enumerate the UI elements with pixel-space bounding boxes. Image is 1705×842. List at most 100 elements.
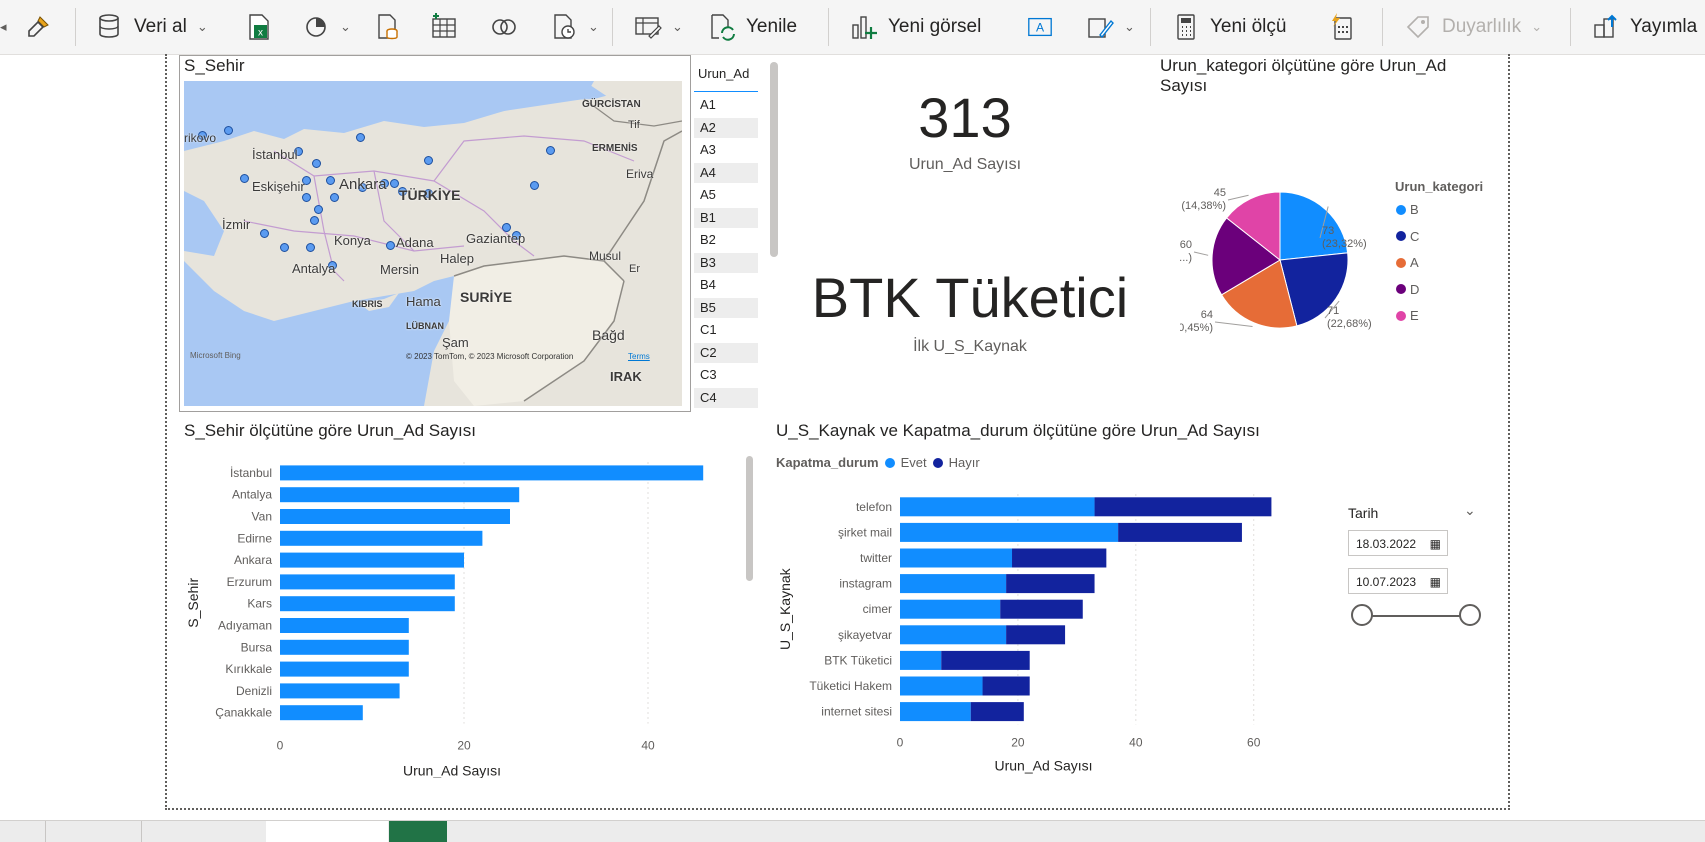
refresh-button[interactable]: Yenile bbox=[708, 6, 797, 48]
city-bar-chart[interactable]: 0 20 40 İstanbul Antalya Van Edirne Ankara Erzur… bbox=[184, 452, 744, 778]
calendar-icon[interactable]: ▦ bbox=[1430, 569, 1441, 595]
map-data-point[interactable] bbox=[260, 229, 269, 238]
bar[interactable] bbox=[280, 574, 455, 590]
bar[interactable] bbox=[280, 618, 409, 633]
date-range-start-handle[interactable] bbox=[1351, 604, 1373, 626]
map-data-point[interactable] bbox=[424, 156, 433, 165]
map-data-point[interactable] bbox=[326, 176, 335, 185]
transform-data-button[interactable]: ⌄ bbox=[634, 6, 683, 48]
date-range-end-handle[interactable] bbox=[1459, 604, 1481, 626]
format-painter-button[interactable] bbox=[24, 6, 52, 48]
bar-segment-hayır[interactable] bbox=[1000, 599, 1083, 619]
slicer-list-item[interactable]: A2 bbox=[694, 117, 758, 138]
bar-segment-evet[interactable] bbox=[900, 650, 942, 670]
enter-data-button[interactable] bbox=[430, 6, 458, 48]
map-data-point[interactable] bbox=[224, 126, 233, 135]
slicer-list-item[interactable]: B2 bbox=[694, 230, 758, 250]
bar-segment-hayır[interactable] bbox=[1006, 574, 1095, 594]
page-tab-active[interactable] bbox=[266, 821, 388, 842]
pie-legend-item[interactable]: E bbox=[1396, 308, 1419, 323]
map-data-point[interactable] bbox=[390, 179, 399, 188]
slicer-list-item[interactable]: B4 bbox=[694, 275, 758, 295]
source-stacked-bar-chart[interactable]: 0 20 40 60 telefon şirket mail twitter instagra… bbox=[776, 480, 1316, 778]
bar-segment-evet[interactable] bbox=[900, 676, 983, 696]
new-measure-button[interactable]: Yeni ölçü bbox=[1172, 6, 1286, 48]
bar[interactable] bbox=[280, 705, 363, 721]
pie-legend-item[interactable]: A bbox=[1396, 255, 1419, 270]
bar[interactable] bbox=[280, 552, 464, 568]
slicer-list-item[interactable]: C2 bbox=[694, 342, 758, 363]
map-canvas[interactable]: GÜRCİSTAN Tif ERMENİS Eriva rikovo İstanbul Es… bbox=[184, 81, 682, 406]
start-date-input[interactable]: 18.03.2022 ▦ bbox=[1348, 530, 1448, 556]
pie-legend-item[interactable]: C bbox=[1396, 229, 1419, 244]
pie-legend-item[interactable]: D bbox=[1396, 282, 1419, 297]
map-data-point[interactable] bbox=[302, 193, 311, 202]
map-data-point[interactable] bbox=[280, 243, 289, 252]
map-data-point[interactable] bbox=[530, 181, 539, 190]
slicer-scrollbar[interactable] bbox=[770, 62, 778, 257]
bar[interactable] bbox=[280, 661, 409, 677]
bar-segment-evet[interactable] bbox=[900, 625, 1007, 645]
map-data-point[interactable] bbox=[312, 159, 321, 168]
text-box-button[interactable]: A bbox=[1026, 6, 1054, 48]
bar-segment-hayır[interactable] bbox=[1118, 522, 1242, 542]
bar[interactable] bbox=[280, 596, 455, 612]
slicer-list-item[interactable]: C1 bbox=[694, 320, 758, 340]
calendar-icon[interactable]: ▦ bbox=[1430, 531, 1441, 557]
map-data-point[interactable] bbox=[240, 174, 249, 183]
get-data-button[interactable]: Veri al ⌄ bbox=[96, 6, 208, 48]
bar-segment-evet[interactable] bbox=[900, 522, 1119, 542]
slicer-list-item[interactable]: B5 bbox=[694, 297, 758, 318]
map-data-point[interactable] bbox=[310, 216, 319, 225]
data-hub-button[interactable]: ⌄ bbox=[302, 6, 351, 48]
recent-sources-button[interactable]: ⌄ bbox=[550, 6, 599, 48]
excel-button[interactable]: x bbox=[244, 6, 272, 48]
slicer-list-item[interactable]: C4 bbox=[694, 387, 758, 408]
bar[interactable] bbox=[280, 683, 400, 699]
bar-segment-hayır[interactable] bbox=[1006, 625, 1066, 645]
bar-segment-hayır[interactable] bbox=[1012, 548, 1107, 568]
bar[interactable] bbox=[280, 530, 483, 546]
bar-segment-evet[interactable] bbox=[900, 702, 971, 722]
slicer-list-item[interactable]: A1 bbox=[694, 95, 758, 115]
bar[interactable] bbox=[280, 465, 704, 481]
bar-segment-evet[interactable] bbox=[900, 497, 1095, 517]
quick-measure-button[interactable] bbox=[1328, 6, 1356, 48]
slicer-list-item[interactable]: A4 bbox=[694, 162, 758, 183]
map-data-point[interactable] bbox=[356, 133, 365, 142]
bar-segment-evet[interactable] bbox=[900, 599, 1001, 619]
bar-segment-evet[interactable] bbox=[900, 548, 1013, 568]
sql-server-button[interactable] bbox=[374, 6, 402, 48]
bar-segment-hayır[interactable] bbox=[1094, 497, 1272, 517]
end-date-input[interactable]: 10.07.2023 ▦ bbox=[1348, 568, 1448, 594]
bar-segment-evet[interactable] bbox=[900, 574, 1007, 594]
more-visuals-button[interactable]: ⌄ bbox=[1086, 6, 1135, 48]
map-data-point[interactable] bbox=[314, 205, 323, 214]
dataverse-button[interactable] bbox=[490, 6, 518, 48]
chevron-down-icon[interactable]: ⌄ bbox=[1464, 502, 1476, 519]
map-data-point[interactable] bbox=[330, 193, 339, 202]
map-data-point[interactable] bbox=[546, 146, 555, 155]
ribbon-left-chevron[interactable]: ◂ bbox=[0, 6, 7, 48]
publish-button[interactable]: Yayımla bbox=[1592, 6, 1697, 48]
map-data-point[interactable] bbox=[306, 243, 315, 252]
add-page-button[interactable] bbox=[389, 821, 447, 842]
bar[interactable] bbox=[280, 509, 510, 524]
bar[interactable] bbox=[280, 639, 409, 655]
bar-segment-hayır[interactable] bbox=[970, 702, 1024, 722]
city-chart-scrollbar[interactable] bbox=[746, 456, 753, 581]
slicer-list-item[interactable]: B1 bbox=[694, 207, 758, 228]
map-terms-link[interactable]: Terms bbox=[628, 352, 650, 361]
bar-segment-hayır[interactable] bbox=[982, 676, 1030, 696]
pie-chart[interactable]: 73(23,32%) 71(22,68%) 64(20,45%) 60(19...) 4… bbox=[1180, 160, 1390, 360]
new-visual-button[interactable]: Yeni görsel bbox=[850, 6, 981, 48]
slicer-list-item[interactable]: B3 bbox=[694, 252, 758, 273]
pie-legend-item[interactable]: B bbox=[1396, 202, 1419, 217]
map-data-point[interactable] bbox=[386, 241, 395, 250]
slicer-list-item[interactable]: C3 bbox=[694, 365, 758, 385]
slicer-list-item[interactable]: A3 bbox=[694, 140, 758, 160]
bar[interactable] bbox=[280, 487, 520, 503]
slicer-list-item[interactable]: A5 bbox=[694, 185, 758, 205]
sensitivity-button[interactable]: Duyarlılık ⌄ bbox=[1404, 6, 1542, 48]
bar-segment-hayır[interactable] bbox=[941, 650, 1030, 670]
